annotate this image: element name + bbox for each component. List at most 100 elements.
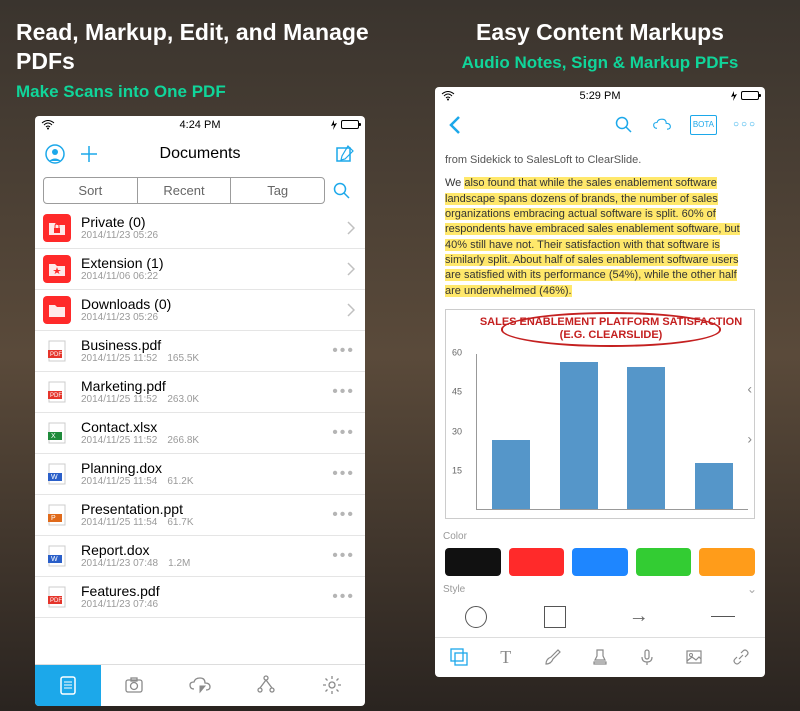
item-name: Presentation.ppt: [81, 501, 332, 517]
item-name: Downloads (0): [81, 296, 347, 312]
shape-arrow[interactable]: →: [624, 605, 654, 629]
right-headline: Easy Content Markups: [416, 18, 784, 47]
folder-lock-icon: [43, 214, 71, 242]
tab-camera[interactable]: [101, 665, 167, 706]
color-swatch[interactable]: [509, 548, 565, 576]
chevron-right-icon: [347, 303, 355, 317]
list-item[interactable]: PDF Marketing.pdf 2014/11/25 11:52263.0K…: [35, 372, 365, 413]
left-headline: Read, Markup, Edit, and Manage PDFs: [16, 18, 384, 76]
pdf-icon: PDF: [43, 337, 71, 365]
item-date: 2014/11/23 05:26: [81, 312, 158, 323]
shape-circle[interactable]: [465, 606, 487, 628]
doc-icon: W: [43, 542, 71, 570]
style-row: →: [435, 597, 765, 637]
segment-sort[interactable]: Sort: [44, 178, 138, 203]
cloud-sync-icon[interactable]: [652, 115, 672, 135]
navbar: BOTA ○○○: [435, 105, 765, 145]
segment-recent[interactable]: Recent: [138, 178, 232, 203]
chart-bar: [560, 362, 598, 509]
item-name: Business.pdf: [81, 337, 332, 353]
tab-share[interactable]: [233, 665, 299, 706]
pdf-icon: PDF: [43, 378, 71, 406]
tool-stamp[interactable]: [576, 638, 623, 677]
list-item[interactable]: Private (0) 2014/11/23 05:26: [35, 208, 365, 249]
document-viewport[interactable]: from Sidekick to SalesLoft to ClearSlide…: [435, 145, 765, 529]
chart-prev-icon[interactable]: ‹: [747, 380, 752, 400]
folder-icon: [43, 296, 71, 324]
search-icon[interactable]: [614, 115, 634, 135]
list-item[interactable]: P Presentation.ppt 2014/11/25 11:54 61.7K…: [35, 495, 365, 536]
tool-image[interactable]: [671, 638, 718, 677]
segment-tag[interactable]: Tag: [231, 178, 324, 203]
chart-bar: [695, 463, 733, 510]
tool-pen[interactable]: [529, 638, 576, 677]
svg-text:PDF: PDF: [50, 352, 62, 358]
color-swatch[interactable]: [445, 548, 501, 576]
item-date: 2014/11/23 05:26: [81, 230, 158, 241]
tool-audio[interactable]: [624, 638, 671, 677]
list-item[interactable]: W Planning.dox 2014/11/25 11:5461.2K •••: [35, 454, 365, 495]
more-icon[interactable]: •••: [332, 424, 355, 442]
color-swatch[interactable]: [699, 548, 755, 576]
more-icon[interactable]: ○○○: [735, 115, 755, 135]
color-swatch[interactable]: [636, 548, 692, 576]
folder-star-icon: [43, 255, 71, 283]
page-title: Documents: [160, 145, 241, 163]
back-icon[interactable]: [445, 115, 465, 135]
tab-settings[interactable]: [299, 665, 365, 706]
shape-line[interactable]: [711, 616, 735, 617]
more-icon[interactable]: •••: [332, 383, 355, 401]
list-item[interactable]: X Contact.xlsx 2014/11/25 11:52266.8K ••…: [35, 413, 365, 454]
item-name: Extension (1): [81, 255, 347, 271]
highlighted-text: also found that while the sales enableme…: [445, 177, 740, 297]
markup-toolbar: T: [435, 637, 765, 677]
item-date: 2014/11/23 07:46: [81, 599, 158, 610]
add-icon[interactable]: [79, 144, 99, 164]
list-item[interactable]: W Report.dox 2014/11/23 07:481.2M •••: [35, 536, 365, 577]
avatar-icon[interactable]: [45, 144, 65, 164]
color-swatch[interactable]: [572, 548, 628, 576]
svg-text:P: P: [51, 515, 56, 522]
right-subhead: Audio Notes, Sign & Markup PDFs: [416, 53, 784, 73]
tool-text[interactable]: T: [482, 638, 529, 677]
more-icon[interactable]: •••: [332, 588, 355, 606]
compose-icon[interactable]: [335, 144, 355, 164]
search-icon[interactable]: [333, 182, 357, 200]
shape-square[interactable]: [544, 606, 566, 628]
item-size: 61.7K: [167, 517, 193, 528]
item-name: Features.pdf: [81, 583, 332, 599]
tab-cloud[interactable]: [167, 665, 233, 706]
right-phone: 5:29 PM: [435, 87, 765, 677]
item-size: 61.2K: [167, 476, 193, 487]
more-icon[interactable]: •••: [332, 465, 355, 483]
tab-documents[interactable]: [35, 665, 101, 706]
list-item[interactable]: PDF Features.pdf 2014/11/23 07:46 •••: [35, 577, 365, 618]
item-date: 2014/11/25 11:54: [81, 517, 157, 528]
item-date: 2014/11/06 06:22: [81, 271, 158, 282]
chevron-down-icon[interactable]: ⌄: [747, 582, 765, 596]
list-item[interactable]: Extension (1) 2014/11/06 06:22: [35, 249, 365, 290]
wifi-icon: [41, 120, 55, 130]
item-size: 1.2M: [168, 558, 190, 569]
status-time: 4:24 PM: [180, 119, 221, 131]
list-item[interactable]: PDF Business.pdf 2014/11/25 11:52165.5K …: [35, 331, 365, 372]
color-palette: [435, 544, 765, 582]
tool-link[interactable]: [718, 638, 765, 677]
tool-shapes[interactable]: [435, 638, 482, 677]
y-tick: 60: [452, 346, 462, 359]
file-list: Private (0) 2014/11/23 05:26 Extension (…: [35, 208, 365, 664]
more-icon[interactable]: •••: [332, 342, 355, 360]
bota-icon[interactable]: BOTA: [690, 115, 717, 135]
list-item[interactable]: Downloads (0) 2014/11/23 05:26: [35, 290, 365, 331]
more-icon[interactable]: •••: [332, 506, 355, 524]
item-size: 165.5K: [167, 353, 199, 364]
chevron-right-icon: [347, 221, 355, 235]
more-icon[interactable]: •••: [332, 547, 355, 565]
y-tick: 15: [452, 464, 462, 477]
filter-row: Sort Recent Tag: [35, 174, 365, 208]
status-bar: 5:29 PM: [435, 87, 765, 105]
tab-bar: [35, 664, 365, 706]
segment-control: Sort Recent Tag: [43, 177, 325, 204]
xls-icon: X: [43, 419, 71, 447]
chart-next-icon[interactable]: ›: [747, 429, 752, 449]
